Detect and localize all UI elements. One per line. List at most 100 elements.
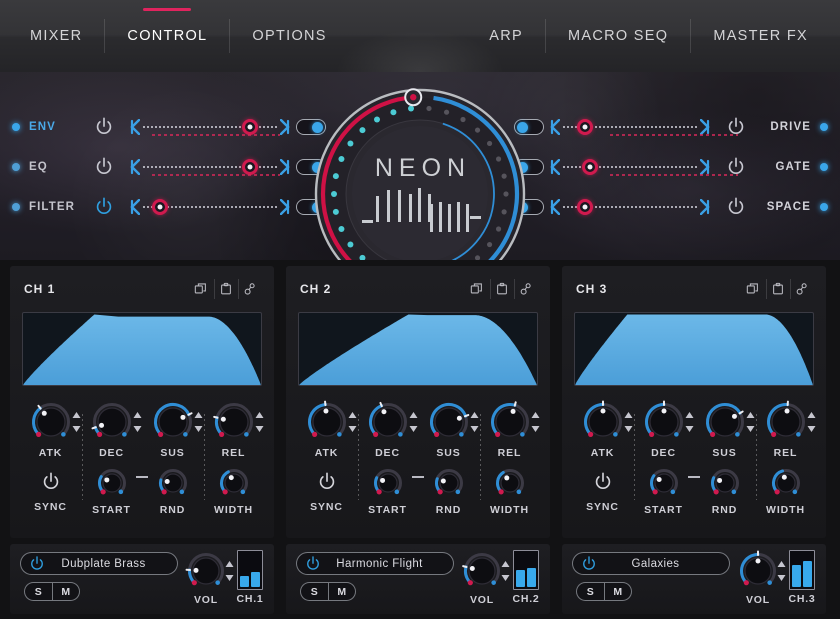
value-stepper[interactable] — [807, 412, 816, 432]
preset-power-icon[interactable] — [580, 555, 598, 573]
solo-button[interactable]: S — [301, 583, 328, 600]
knob-start[interactable]: START — [633, 462, 694, 516]
value-stepper[interactable] — [624, 412, 633, 432]
knob-start[interactable]: START — [357, 462, 418, 516]
volume-control[interactable]: VOL — [182, 550, 234, 606]
knob-dial[interactable] — [95, 466, 129, 500]
sync-control[interactable]: SYNC — [20, 462, 81, 513]
knob-dec[interactable]: DEC — [357, 400, 418, 459]
knob-rnd[interactable]: RND — [136, 462, 203, 516]
value-stepper[interactable] — [531, 412, 540, 432]
sync-control[interactable]: SYNC — [296, 462, 357, 513]
knob-dial[interactable] — [647, 466, 681, 500]
fx-slider-handle[interactable] — [242, 119, 259, 135]
paste-icon[interactable] — [214, 279, 236, 299]
fx-power-button-space[interactable] — [725, 196, 747, 218]
sync-control[interactable]: SYNC — [572, 462, 633, 513]
envelope-display[interactable] — [22, 312, 262, 386]
knob-dial[interactable] — [151, 400, 195, 444]
knob-dial[interactable] — [305, 400, 349, 444]
fx-power-button-env[interactable] — [93, 116, 115, 138]
preset-power-icon[interactable] — [28, 555, 46, 573]
sync-power-icon[interactable] — [592, 471, 614, 493]
knob-width[interactable]: WIDTH — [203, 462, 264, 516]
tab-master-fx[interactable]: MASTER FX — [691, 16, 830, 56]
knob-dial[interactable] — [581, 400, 625, 444]
value-stepper[interactable] — [746, 412, 755, 432]
fx-power-button-filter[interactable] — [93, 196, 115, 218]
fx-power-button-eq[interactable] — [93, 156, 115, 178]
volume-knob[interactable] — [185, 550, 227, 592]
sync-power-icon[interactable] — [316, 471, 338, 493]
mute-button[interactable]: M — [603, 583, 632, 600]
knob-rel[interactable]: REL — [755, 400, 816, 459]
volume-knob[interactable] — [461, 550, 503, 592]
knob-rel[interactable]: REL — [203, 400, 264, 459]
knob-dial[interactable] — [708, 466, 742, 500]
tab-mixer[interactable]: MIXER — [8, 16, 104, 56]
knob-dial[interactable] — [371, 466, 405, 500]
knob-width[interactable]: WIDTH — [755, 462, 816, 516]
volume-knob[interactable] — [737, 550, 779, 592]
envelope-display[interactable] — [298, 312, 538, 386]
knob-sus[interactable]: SUS — [418, 400, 479, 459]
value-stepper[interactable] — [470, 412, 479, 432]
link-icon[interactable] — [514, 279, 536, 299]
tab-arp[interactable]: ARP — [467, 16, 545, 56]
knob-atk[interactable]: ATK — [572, 400, 633, 459]
preset-power-icon[interactable] — [304, 555, 322, 573]
fx-slider-handle[interactable] — [242, 159, 259, 175]
link-icon[interactable] — [790, 279, 812, 299]
knob-rnd[interactable]: RND — [412, 462, 479, 516]
value-stepper[interactable] — [72, 412, 81, 432]
paste-icon[interactable] — [766, 279, 788, 299]
macro-dial[interactable]: NEON — [309, 83, 531, 260]
value-stepper[interactable] — [348, 412, 357, 432]
copy-icon[interactable] — [742, 279, 764, 299]
knob-dial[interactable] — [488, 400, 532, 444]
volume-control[interactable]: VOL — [458, 550, 510, 606]
knob-dial[interactable] — [366, 400, 410, 444]
knob-sus[interactable]: SUS — [142, 400, 203, 459]
link-icon[interactable] — [238, 279, 260, 299]
preset-selector[interactable]: Harmonic Flight — [296, 552, 454, 575]
fx-slider[interactable] — [549, 195, 711, 219]
knob-atk[interactable]: ATK — [20, 400, 81, 459]
knob-dial[interactable] — [217, 466, 251, 500]
knob-dec[interactable]: DEC — [81, 400, 142, 459]
value-stepper[interactable] — [133, 412, 142, 432]
tab-macro-seq[interactable]: MACRO SEQ — [546, 16, 690, 56]
sync-power-icon[interactable] — [40, 471, 62, 493]
value-stepper[interactable] — [255, 412, 264, 432]
copy-icon[interactable] — [190, 279, 212, 299]
solo-button[interactable]: S — [577, 583, 604, 600]
knob-dial[interactable] — [703, 400, 747, 444]
tab-control[interactable]: CONTROL — [105, 8, 229, 56]
fx-slider[interactable] — [129, 195, 291, 219]
mute-button[interactable]: M — [51, 583, 80, 600]
knob-dec[interactable]: DEC — [633, 400, 694, 459]
preset-selector[interactable]: Galaxies — [572, 552, 730, 575]
solo-button[interactable]: S — [25, 583, 52, 600]
knob-dial[interactable] — [29, 400, 73, 444]
knob-dial[interactable] — [642, 400, 686, 444]
value-stepper[interactable] — [685, 412, 694, 432]
knob-rel[interactable]: REL — [479, 400, 540, 459]
knob-dial[interactable] — [212, 400, 256, 444]
knob-dial[interactable] — [90, 400, 134, 444]
paste-icon[interactable] — [490, 279, 512, 299]
mute-button[interactable]: M — [327, 583, 356, 600]
knob-start[interactable]: START — [81, 462, 142, 516]
preset-selector[interactable]: Dubplate Brass — [20, 552, 178, 575]
knob-dial[interactable] — [493, 466, 527, 500]
value-stepper[interactable] — [409, 412, 418, 432]
knob-dial[interactable] — [432, 466, 466, 500]
fx-slider-handle[interactable] — [577, 199, 594, 215]
knob-dial[interactable] — [769, 466, 803, 500]
fx-slider-handle[interactable] — [152, 199, 169, 215]
volume-control[interactable]: VOL — [734, 550, 786, 606]
envelope-display[interactable] — [574, 312, 814, 386]
copy-icon[interactable] — [466, 279, 488, 299]
value-stepper[interactable] — [194, 412, 203, 432]
knob-rnd[interactable]: RND — [688, 462, 755, 516]
